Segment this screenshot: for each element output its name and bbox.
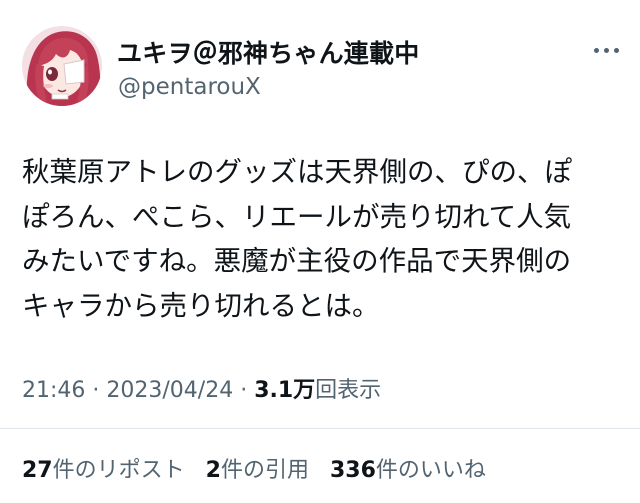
- reposts-count: 27: [22, 458, 53, 483]
- more-horizontal-icon[interactable]: [590, 40, 624, 60]
- tweet-text-line: 秋葉原アトレのグッズは天界側の、ぴの、ぽ: [22, 156, 572, 188]
- meta-separator: ·: [85, 378, 107, 403]
- quotes-count: 2: [205, 458, 221, 483]
- anime-girl-avatar-icon: [22, 26, 102, 106]
- likes-label: 件のいいね: [375, 458, 486, 483]
- tweet-text: 秋葉原アトレのグッズは天界側の、ぴの、ぽ ぽろん、ぺこら、リエールが売り切れて人…: [22, 150, 622, 328]
- avatar[interactable]: [22, 26, 102, 106]
- meta-separator: ·: [233, 378, 255, 403]
- tweet-text-line: ぽろん、ぺこら、リエールが売り切れて人気: [22, 200, 572, 233]
- quotes-stat[interactable]: 2件の引用: [206, 458, 309, 483]
- reposts-label: 件のリポスト: [52, 458, 185, 483]
- quotes-label: 件の引用: [220, 458, 309, 483]
- views-count: 3.1万: [254, 378, 316, 403]
- likes-stat[interactable]: 336件のいいね: [330, 458, 486, 483]
- tweet-card: ユキヲ＠邪神ちゃん連載中 @pentarouX 秋葉原アトレのグッズは天界側の、…: [0, 0, 640, 503]
- tweet-meta: 21:46 · 2023/04/24 · 3.1万回表示: [22, 372, 381, 404]
- divider: [0, 428, 640, 429]
- tweet-time[interactable]: 21:46: [22, 378, 85, 403]
- tweet-text-line: キャラから売り切れるとは。: [22, 289, 380, 322]
- user-handle[interactable]: @pentarouX: [118, 74, 261, 100]
- engagement-stats: 27件のリポスト 2件の引用 336件のいいね: [22, 452, 500, 484]
- reposts-stat[interactable]: 27件のリポスト: [22, 458, 185, 483]
- tweet-date[interactable]: 2023/04/24: [106, 378, 233, 403]
- display-name[interactable]: ユキヲ＠邪神ちゃん連載中: [117, 34, 419, 70]
- likes-count: 336: [329, 458, 376, 483]
- tweet-text-line: みたいですね。悪魔が主役の作品で天界側の: [22, 245, 572, 277]
- views-label: 回表示: [315, 378, 382, 403]
